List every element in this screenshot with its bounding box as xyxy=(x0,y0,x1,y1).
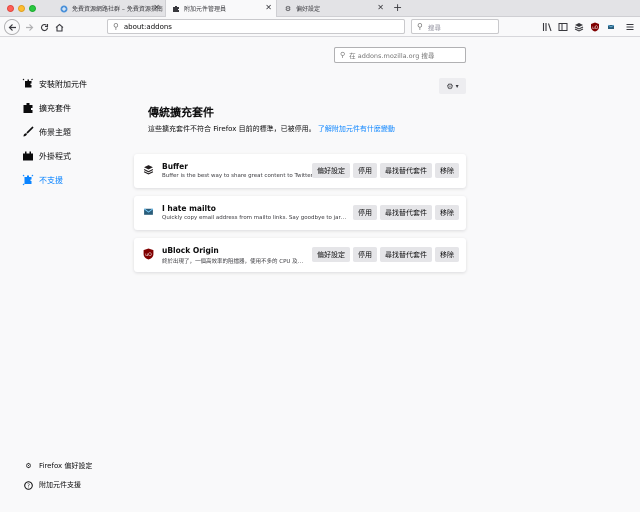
tab-strip: 免費資源網路社群 – 免費資源指南 ✕ 附加元件管理員 ✕ ⚙ 偏好設定 ✕ + xyxy=(0,0,640,17)
search-icon: ⚲ xyxy=(340,51,346,59)
sidebar-item-label: 外掛程式 xyxy=(39,151,71,161)
footer-link-label: 附加元件支援 xyxy=(39,481,81,489)
addon-card-i-hate-mailto[interactable]: I hate mailto Quickly copy email address… xyxy=(134,196,466,230)
firefox-preferences-link[interactable]: ⚙ Firefox 偏好設定 xyxy=(24,461,92,471)
page-title: 傳統擴充套件 xyxy=(148,106,214,119)
addon-description: 終於出現了，一個高效率的阻擋器，使用不多的 CPU 及記憶體。 xyxy=(162,259,304,265)
footer-link-label: Firefox 偏好設定 xyxy=(39,462,93,470)
sidebar-item-extensions[interactable]: 擴充套件 xyxy=(22,102,71,114)
brush-icon xyxy=(22,126,34,138)
help-icon: ? xyxy=(24,480,33,490)
notice-text: 這些擴充套件不符合 Firefox 目前的標準，已被停用。 xyxy=(148,125,316,133)
search-bar[interactable]: ⚲ 搜尋 xyxy=(411,19,499,34)
addon-card-buffer[interactable]: Buffer Buffer is the best way to share g… xyxy=(134,154,466,188)
tab-label: 偏好設定 xyxy=(296,6,321,13)
puzzle-icon xyxy=(172,5,180,13)
chevron-down-icon: ▾ xyxy=(455,82,459,90)
back-button[interactable] xyxy=(4,19,20,35)
forward-arrow-icon xyxy=(25,23,33,31)
url-text: about:addons xyxy=(123,22,172,31)
sidebar-item-label: 安裝附加元件 xyxy=(39,79,87,89)
preferences-button[interactable]: 偏好設定 xyxy=(312,163,350,178)
sidebar-item-discover[interactable]: 安裝附加元件 xyxy=(22,78,87,90)
zoom-window-button[interactable] xyxy=(29,5,36,12)
close-tab-icon[interactable]: ✕ xyxy=(265,3,272,12)
learn-more-link[interactable]: 了解附加元件有什麼變動 xyxy=(318,125,395,133)
library-icon[interactable] xyxy=(541,21,553,33)
addon-name: Buffer xyxy=(162,162,188,171)
new-tab-button[interactable]: + xyxy=(393,1,402,14)
ublock-shield-icon: uO xyxy=(142,247,155,260)
mail-icon xyxy=(142,205,155,218)
find-replacement-button[interactable]: 尋找替代套件 xyxy=(380,163,432,178)
find-replacement-button[interactable]: 尋找替代套件 xyxy=(380,205,432,220)
addon-name: uBlock Origin xyxy=(162,246,219,255)
addon-card-ublock-origin[interactable]: uO uBlock Origin 終於出現了，一個高效率的阻擋器，使用不多的 C… xyxy=(134,238,466,272)
puzzle-icon xyxy=(22,102,34,114)
disable-button[interactable]: 停用 xyxy=(353,163,377,178)
gear-icon: ⚙ xyxy=(25,462,32,470)
sidebar-toggle-icon[interactable] xyxy=(557,21,569,33)
tab-free-resources[interactable]: 免費資源網路社群 – 免費資源指南 ✕ xyxy=(54,0,164,17)
sidebar-item-themes[interactable]: 佈景主題 xyxy=(22,126,71,138)
svg-text:uO: uO xyxy=(592,25,598,30)
disable-button[interactable]: 停用 xyxy=(353,247,377,262)
navigation-toolbar: ⚲ about:addons ⚲ 搜尋 uO xyxy=(0,17,640,37)
tab-addons-manager[interactable]: 附加元件管理員 ✕ xyxy=(165,0,277,17)
amo-search-input[interactable]: ⚲ 在 addons.mozilla.org 搜尋 xyxy=(334,47,466,63)
reload-icon xyxy=(40,23,48,31)
puzzle-unsupported-icon xyxy=(22,174,34,186)
tools-menu-button[interactable]: ⚙ ▾ xyxy=(439,78,466,94)
close-tab-icon[interactable]: ✕ xyxy=(377,3,384,12)
sidebar-item-plugins[interactable]: 外掛程式 xyxy=(22,150,71,162)
find-replacement-button[interactable]: 尋找替代套件 xyxy=(380,247,432,262)
addon-description: Buffer is the best way to share great co… xyxy=(162,173,332,179)
tab-label: 免費資源網路社群 – 免費資源指南 xyxy=(72,6,163,13)
buffer-stack-icon xyxy=(142,163,155,176)
legacy-notice: 這些擴充套件不符合 Firefox 目前的標準，已被停用。 了解附加元件有什麼變… xyxy=(148,124,395,134)
addon-description: Quickly copy email address from mailto l… xyxy=(162,215,348,221)
search-placeholder: 搜尋 xyxy=(427,23,441,32)
url-bar[interactable]: ⚲ about:addons xyxy=(107,19,405,34)
sidebar-item-label: 佈景主題 xyxy=(39,127,71,137)
svg-text:uO: uO xyxy=(145,251,152,257)
close-tab-icon[interactable]: ✕ xyxy=(153,3,160,12)
remove-button[interactable]: 移除 xyxy=(435,163,459,178)
svg-text:?: ? xyxy=(27,483,30,489)
search-icon: ⚲ xyxy=(417,22,423,31)
remove-button[interactable]: 移除 xyxy=(435,247,459,262)
minimize-window-button[interactable] xyxy=(18,5,25,12)
search-icon: ⚲ xyxy=(113,22,119,31)
reload-button[interactable] xyxy=(37,20,51,34)
buffer-stack-icon[interactable] xyxy=(573,21,585,33)
tab-preferences[interactable]: ⚙ 偏好設定 ✕ xyxy=(278,0,388,17)
close-window-button[interactable] xyxy=(7,5,14,12)
sidebar-item-label: 不支援 xyxy=(39,175,63,185)
amo-search-placeholder: 在 addons.mozilla.org 搜尋 xyxy=(349,52,435,60)
tab-label: 附加元件管理員 xyxy=(184,6,227,13)
ublock-shield-icon[interactable]: uO xyxy=(589,21,601,33)
puzzle-sparkle-icon xyxy=(22,78,34,90)
sidebar-item-label: 擴充套件 xyxy=(39,103,71,113)
disable-button[interactable]: 停用 xyxy=(353,205,377,220)
addons-support-link[interactable]: ? 附加元件支援 xyxy=(24,480,81,490)
addon-name: I hate mailto xyxy=(162,204,216,213)
hamburger-menu-icon[interactable] xyxy=(624,21,636,33)
sidebar-item-unsupported[interactable]: 不支援 xyxy=(22,174,63,186)
site-favicon-icon xyxy=(60,5,68,13)
mail-extension-icon[interactable] xyxy=(605,21,617,33)
forward-button[interactable] xyxy=(22,20,36,34)
home-icon xyxy=(55,23,63,32)
preferences-button[interactable]: 偏好設定 xyxy=(312,247,350,262)
remove-button[interactable]: 移除 xyxy=(435,205,459,220)
back-arrow-icon xyxy=(8,23,16,31)
gear-icon: ⚙ xyxy=(284,4,292,13)
plugin-block-icon xyxy=(22,150,34,162)
gear-icon: ⚙ xyxy=(446,81,454,91)
home-button[interactable] xyxy=(52,20,66,34)
